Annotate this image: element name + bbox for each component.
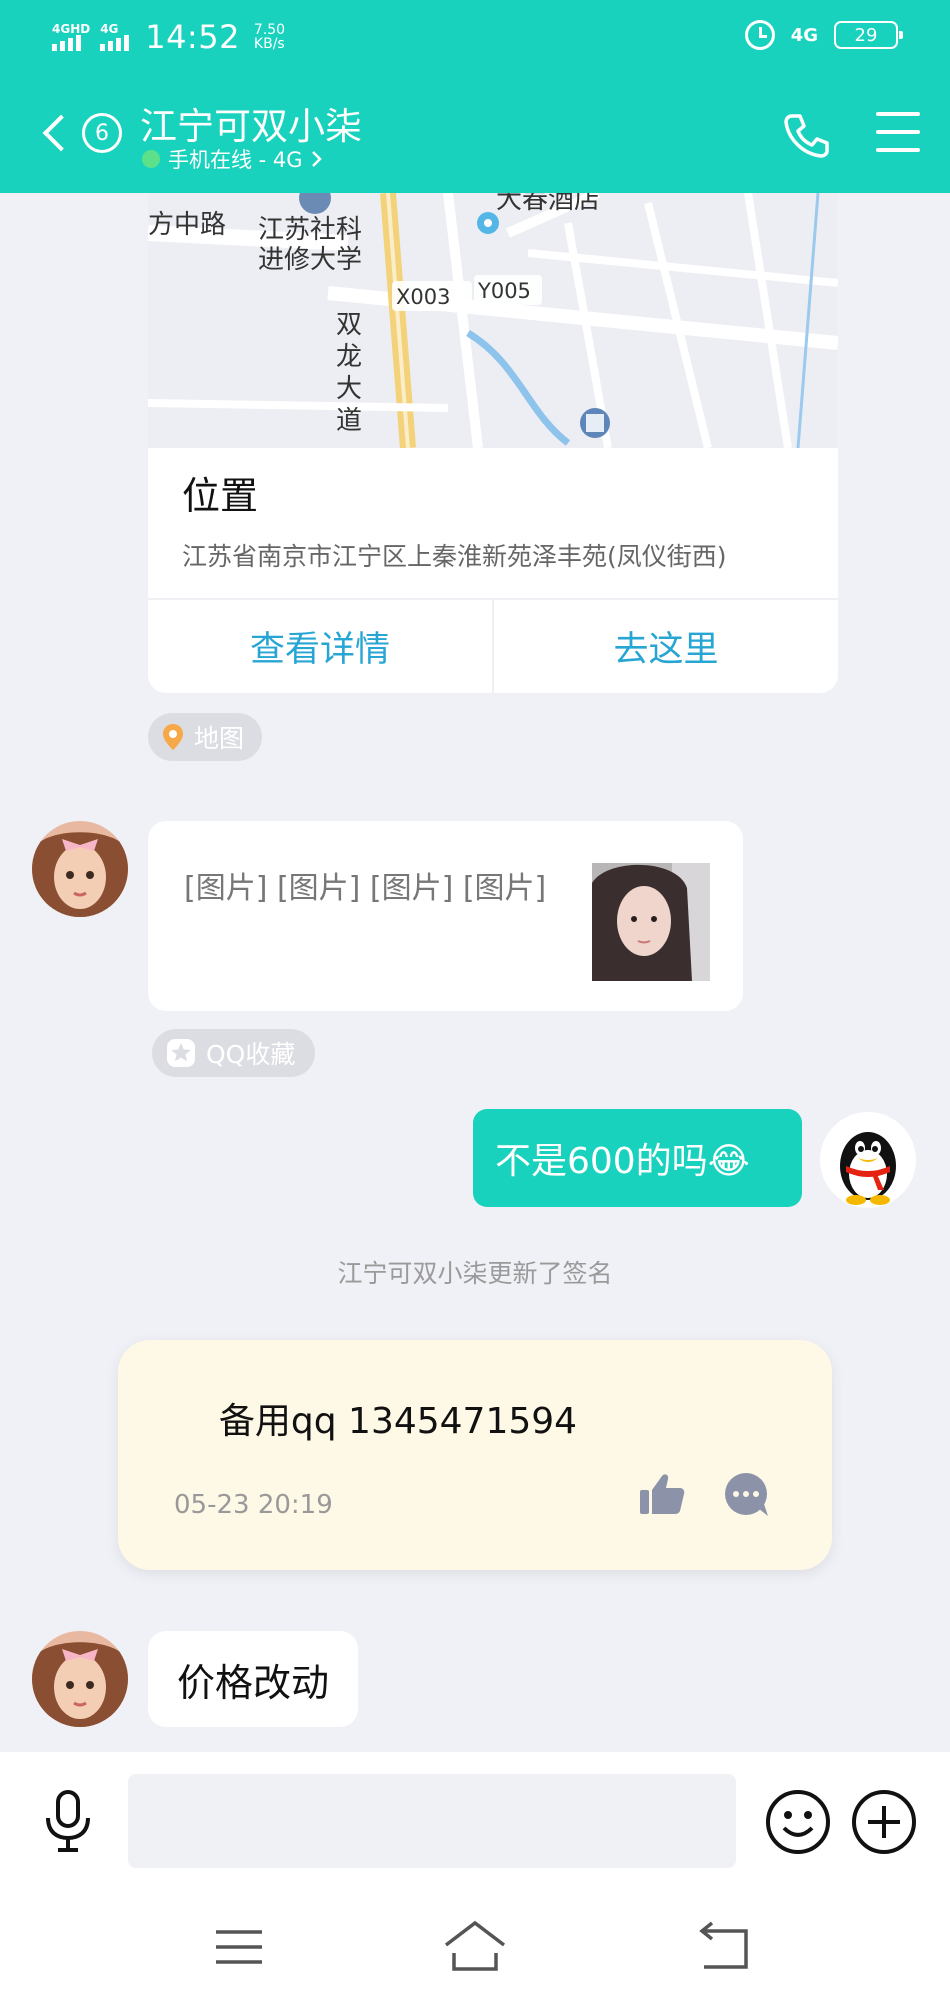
go-here-button[interactable]: 去这里 <box>494 600 838 693</box>
online-status-text: 手机在线 - 4G <box>168 148 303 172</box>
network-type-right: 4G <box>790 24 818 46</box>
status-bar-left: 4GHD 4G 14:52 7.50 KB/s <box>52 18 285 56</box>
microphone-icon[interactable] <box>40 1788 96 1854</box>
signal-icon <box>52 35 81 51</box>
qq-penguin-icon <box>840 1132 896 1205</box>
map-source-tag[interactable]: 地图 <box>148 713 263 761</box>
map-label-school-1: 江苏社科 <box>258 215 362 245</box>
speed-unit: KB/s <box>253 36 285 52</box>
signal-2: 4G <box>100 22 130 51</box>
chat-title[interactable]: 江宁可双小柒 <box>140 96 362 150</box>
emoji-icon[interactable] <box>764 1788 832 1856</box>
back-button[interactable]: 6 <box>36 105 126 161</box>
map-label-road-2: 龙 <box>336 342 362 372</box>
location-title: 位置 <box>182 474 259 518</box>
map-label-road-3: 大 <box>336 374 362 404</box>
back-chevron-icon <box>42 114 80 152</box>
clock: 14:52 <box>145 18 240 56</box>
my-avatar[interactable] <box>820 1112 916 1208</box>
recent-apps-icon[interactable] <box>204 1917 274 1977</box>
photo-image <box>592 863 710 981</box>
contact-avatar[interactable] <box>32 821 128 917</box>
menu-icon[interactable] <box>876 112 920 152</box>
message-input[interactable] <box>128 1774 736 1868</box>
chevron-right-icon <box>311 151 322 167</box>
signature-timestamp: 05-23 20:19 <box>174 1490 333 1520</box>
map-label-x003: X003 <box>396 285 450 309</box>
map-tag-label: 地图 <box>194 724 245 753</box>
online-status[interactable]: 手机在线 - 4G <box>142 144 323 174</box>
speed-value: 7.50 <box>253 22 286 38</box>
battery-icon: 29 <box>834 21 903 49</box>
back-nav-icon[interactable] <box>690 1917 760 1977</box>
star-badge-icon <box>167 1039 195 1067</box>
signal-1: 4GHD <box>52 23 90 51</box>
alarm-icon <box>744 20 775 50</box>
home-icon[interactable] <box>440 1917 510 1977</box>
map-label-road-4: 道 <box>336 406 362 436</box>
contact-avatar[interactable] <box>32 1631 128 1727</box>
battery-level: 29 <box>854 24 878 46</box>
map-label-road-1: 双 <box>336 310 362 340</box>
system-notification: 江宁可双小柒更新了签名 <box>337 1259 613 1288</box>
plus-icon[interactable] <box>850 1788 918 1856</box>
image-message-bubble[interactable]: [图片] [图片] [图片] [图片] <box>148 821 743 1011</box>
location-card[interactable]: 大春酒店 江苏社科 进修大学 方中路 X003 Y005 双 龙 大 道 位置 … <box>148 193 838 693</box>
unread-count: 6 <box>95 120 109 146</box>
online-dot-icon <box>142 150 160 168</box>
location-address: 江苏省南京市江宁区上秦淮新苑泽丰苑(凤仪街西) <box>182 542 727 571</box>
signature-card[interactable]: 备用qq 1345471594 05-23 20:19 <box>118 1340 832 1570</box>
network-type-2: 4G <box>100 22 119 36</box>
network-type-1: 4GHD <box>52 22 91 36</box>
input-bar <box>0 1752 950 2006</box>
view-details-button[interactable]: 查看详情 <box>148 600 492 693</box>
top-bar: 4GHD 4G 14:52 7.50 KB/s 4G 29 6 江宁可双小柒 手… <box>0 0 950 193</box>
network-speed: 7.50 KB/s <box>254 23 285 51</box>
image-message-text: [图片] [图片] [图片] [图片] <box>184 871 547 906</box>
unread-badge: 6 <box>82 113 122 153</box>
thumbs-up-icon[interactable] <box>638 1470 686 1518</box>
map-image: 大春酒店 江苏社科 进修大学 方中路 X003 Y005 双 龙 大 道 <box>148 193 838 449</box>
avatar-image <box>32 821 128 917</box>
phone-call-icon[interactable] <box>778 108 834 164</box>
received-message-bubble[interactable]: 价格改动 <box>148 1631 358 1727</box>
signature-text: 备用qq 1345471594 <box>218 1401 578 1442</box>
location-pin-icon <box>163 724 183 750</box>
map-preview[interactable]: 大春酒店 江苏社科 进修大学 方中路 X003 Y005 双 龙 大 道 <box>148 193 838 449</box>
sent-message-bubble[interactable]: 不是600的吗😂 <box>473 1109 802 1207</box>
qq-favorite-label: QQ收藏 <box>206 1040 296 1069</box>
comment-icon[interactable] <box>722 1470 772 1520</box>
image-thumbnail[interactable] <box>592 863 710 981</box>
avatar-image <box>32 1631 128 1727</box>
qq-favorite-tag[interactable]: QQ收藏 <box>152 1029 315 1077</box>
map-label-road: 方中路 <box>148 210 226 240</box>
status-bar-right: 4G 29 <box>744 20 903 50</box>
map-label-hotel: 大春酒店 <box>496 193 600 215</box>
signal-icon <box>100 35 130 51</box>
map-label-y005: Y005 <box>477 279 531 303</box>
map-label-school-2: 进修大学 <box>258 245 362 275</box>
